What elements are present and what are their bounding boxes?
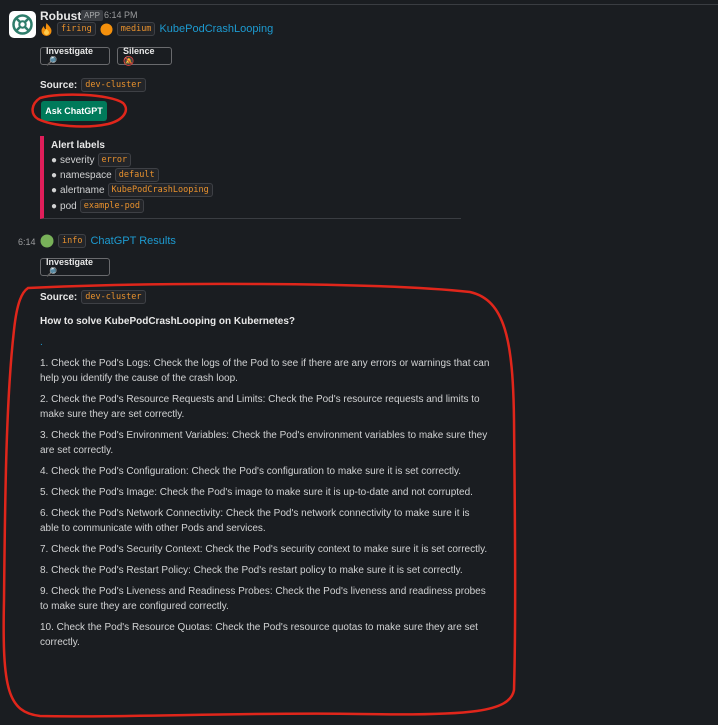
robusta-alert-message: Robusta APP 6:14 PM firing medium KubePo… [0, 0, 718, 230]
fire-icon [41, 23, 52, 36]
results-title-row: info ChatGPT Results [40, 234, 176, 248]
robusta-logo-icon [12, 14, 33, 35]
investigate-button[interactable]: Investigate 🔎 [40, 257, 110, 277]
label-key: pod [60, 200, 77, 212]
source-row: Source: dev-cluster [40, 78, 146, 92]
label-key: alertname [60, 184, 105, 196]
label-value: example-pod [79, 199, 145, 213]
label-value: default [114, 168, 159, 182]
source-label: Source: [40, 79, 78, 91]
answer-item: 6. Check the Pod's Network Connectivity:… [40, 508, 470, 534]
answer-item: 4. Check the Pod's Configuration: Check … [40, 466, 462, 477]
answer-item: 7. Check the Pod's Security Context: Che… [40, 544, 488, 555]
answer-item: 2. Check the Pod's Resource Requests and… [40, 394, 480, 420]
message-timestamp[interactable]: 6:14 [18, 237, 36, 247]
chatgpt-answer: How to solve KubePodCrashLooping on Kube… [40, 314, 490, 656]
status-code-info: info [58, 234, 87, 248]
alert-labels-title: Alert labels [51, 140, 105, 151]
answer-item: 9. Check the Pod's Liveness and Readines… [40, 586, 486, 612]
label-item: ● severity error [51, 153, 132, 167]
chatgpt-results-message: 6:14 info ChatGPT Results Investigate 🔎 … [0, 230, 718, 725]
alert-title-link[interactable]: KubePodCrashLooping [159, 23, 273, 35]
silence-button[interactable]: Silence 🔕 [117, 46, 172, 66]
source-label: Source: [40, 291, 78, 303]
source-value: dev-cluster [81, 78, 146, 92]
investigate-button[interactable]: Investigate 🔎 [40, 46, 110, 66]
label-key: severity [60, 154, 95, 166]
bullet: ● [51, 154, 58, 166]
label-item: ● pod example-pod [51, 199, 145, 213]
label-item: ● alertname KubePodCrashLooping [51, 183, 213, 197]
severity-code: medium [116, 22, 156, 36]
bullet: ● [51, 200, 58, 212]
green-circle-icon [40, 234, 54, 248]
robusta-avatar[interactable] [9, 11, 36, 38]
ask-chatgpt-button[interactable]: Ask ChatGPT [41, 101, 107, 121]
label-key: namespace [60, 169, 112, 181]
question-title: How to solve KubePodCrashLooping on Kube… [40, 316, 296, 327]
alert-labels-attachment: Alert labels ● severity error ● namespac… [40, 136, 461, 219]
answer-item: 8. Check the Pod's Restart Policy: Check… [40, 565, 463, 576]
bullet: ● [51, 169, 58, 181]
message-timestamp[interactable]: 6:14 PM [104, 10, 138, 20]
answer-dot: . [40, 337, 43, 348]
status-code-firing: firing [57, 22, 96, 36]
results-title-link[interactable]: ChatGPT Results [90, 235, 175, 247]
source-value: dev-cluster [81, 290, 146, 304]
answer-item: 10. Check the Pod's Resource Quotas: Che… [40, 622, 478, 648]
label-value: KubePodCrashLooping [107, 183, 213, 197]
answer-item: 3. Check the Pod's Environment Variables… [40, 430, 488, 456]
app-badge: APP [81, 10, 104, 21]
bullet: ● [51, 184, 58, 196]
label-item: ● namespace default [51, 168, 159, 182]
alert-title-row: firing medium KubePodCrashLooping [40, 22, 273, 36]
divider [40, 4, 718, 5]
answer-item: 5. Check the Pod's Image: Check the Pod'… [40, 487, 473, 498]
answer-item: 1. Check the Pod's Logs: Check the logs … [40, 358, 490, 384]
label-value: error [97, 153, 132, 167]
orange-circle-icon [100, 23, 113, 35]
source-row: Source: dev-cluster [40, 290, 146, 304]
